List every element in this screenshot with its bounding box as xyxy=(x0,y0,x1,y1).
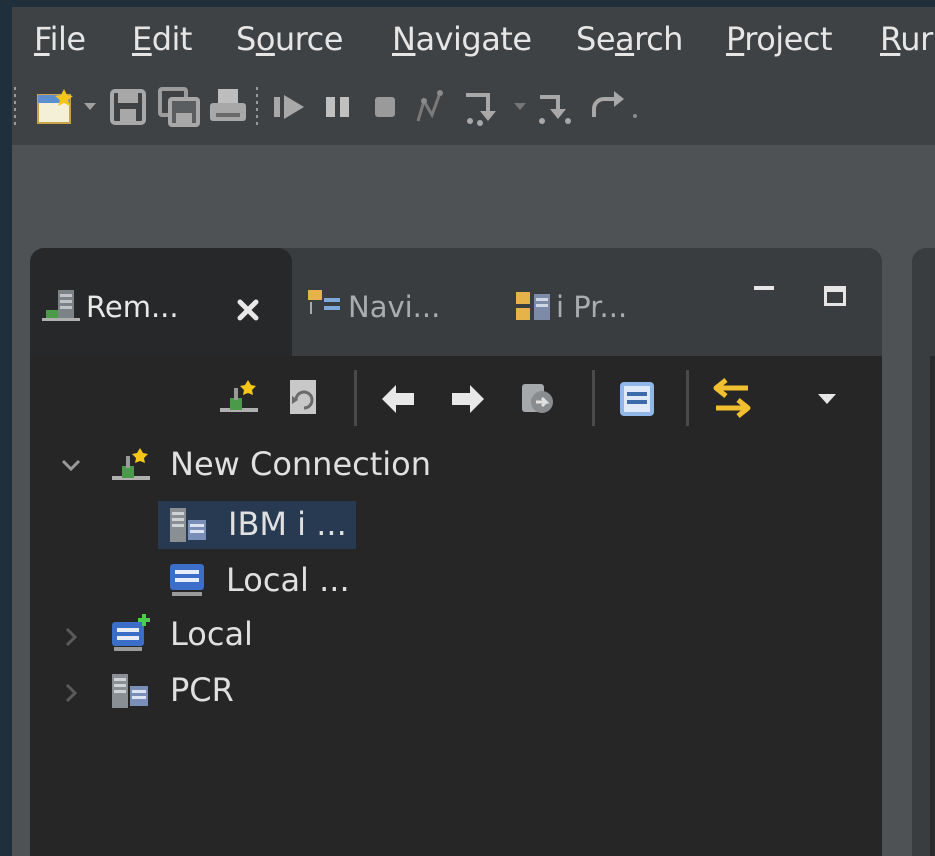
step-return-icon[interactable] xyxy=(586,87,628,127)
new-connection-icon[interactable] xyxy=(218,378,260,418)
menu-source[interactable]: Source xyxy=(236,21,343,57)
tab-navigator[interactable]: Navi... xyxy=(348,290,440,324)
dropdown-arrow-icon[interactable] xyxy=(82,101,98,111)
main-toolbar xyxy=(12,71,935,145)
ibm-i-server-icon xyxy=(110,672,150,710)
menu-file[interactable]: File xyxy=(34,21,86,57)
link-with-editor-icon[interactable] xyxy=(708,376,756,420)
forward-icon[interactable] xyxy=(448,382,488,416)
remote-systems-view: Rem... Navi... i Pr... New Connection IB… xyxy=(30,248,882,856)
remote-systems-icon xyxy=(42,288,80,324)
toolbar-grip[interactable] xyxy=(14,87,16,127)
tree-item-label: IBM i ... xyxy=(228,505,347,543)
menu-edit[interactable]: Edit xyxy=(132,21,192,57)
save-icon[interactable] xyxy=(108,87,148,127)
resume-icon[interactable] xyxy=(270,87,310,127)
ibm-i-server-icon xyxy=(168,506,208,544)
go-into-icon[interactable] xyxy=(518,378,558,418)
toolbar-grip[interactable] xyxy=(256,87,258,127)
menu-run[interactable]: Rur xyxy=(880,21,933,57)
close-icon[interactable] xyxy=(236,298,260,322)
step-into-icon[interactable] xyxy=(462,87,506,127)
menu-project[interactable]: Project xyxy=(726,21,832,57)
save-all-icon[interactable] xyxy=(158,87,200,127)
new-icon[interactable] xyxy=(34,87,78,127)
maximize-icon[interactable] xyxy=(822,284,848,308)
toolbar-separator xyxy=(592,370,595,426)
new-connection-icon xyxy=(110,446,152,486)
back-icon[interactable] xyxy=(378,382,418,416)
tab-label: Rem... xyxy=(86,290,179,324)
editor-area-edge xyxy=(912,248,935,856)
remote-systems-tree: New Connection IBM i ... Local ... Local… xyxy=(30,356,882,856)
tab-i-projects[interactable]: i Pr... xyxy=(556,290,627,324)
minimize-icon[interactable] xyxy=(752,284,776,294)
dropdown-arrow-icon[interactable] xyxy=(512,101,528,111)
menu-bar: File Edit Source Navigate Search Project… xyxy=(12,7,935,71)
toolbar-separator xyxy=(686,370,689,426)
step-over-icon[interactable] xyxy=(536,87,576,127)
i-projects-icon xyxy=(514,288,554,324)
disconnect-icon[interactable] xyxy=(412,87,452,127)
view-menu-icon[interactable] xyxy=(816,392,838,406)
print-icon[interactable] xyxy=(208,87,248,127)
tree-item-label: New Connection xyxy=(170,445,432,483)
chevron-right-icon[interactable] xyxy=(64,682,78,704)
suspend-icon[interactable] xyxy=(318,87,358,127)
refresh-icon[interactable] xyxy=(284,378,324,418)
local-monitor-icon xyxy=(168,562,208,598)
tree-item-label: Local ... xyxy=(226,561,350,599)
toolbar-separator xyxy=(354,370,357,426)
tree-item-label: PCR xyxy=(170,671,234,709)
chevron-right-icon[interactable] xyxy=(64,626,78,648)
tab-remote-systems[interactable]: Rem... xyxy=(30,248,292,356)
view-tab-strip: Rem... Navi... i Pr... xyxy=(30,248,882,356)
navigator-icon xyxy=(306,288,342,318)
menu-navigate[interactable]: Navigate xyxy=(392,21,532,57)
local-connection-icon xyxy=(110,614,152,654)
menu-search[interactable]: Search xyxy=(576,21,683,57)
toolbar-overflow-icon[interactable] xyxy=(630,111,640,121)
eclipse-window: File Edit Source Navigate Search Project… xyxy=(12,7,935,856)
collapse-all-icon[interactable] xyxy=(618,380,656,418)
editor-area-body xyxy=(930,356,935,856)
chevron-down-icon[interactable] xyxy=(60,458,82,474)
terminate-icon[interactable] xyxy=(366,87,406,127)
tree-item-label: Local xyxy=(170,615,253,653)
